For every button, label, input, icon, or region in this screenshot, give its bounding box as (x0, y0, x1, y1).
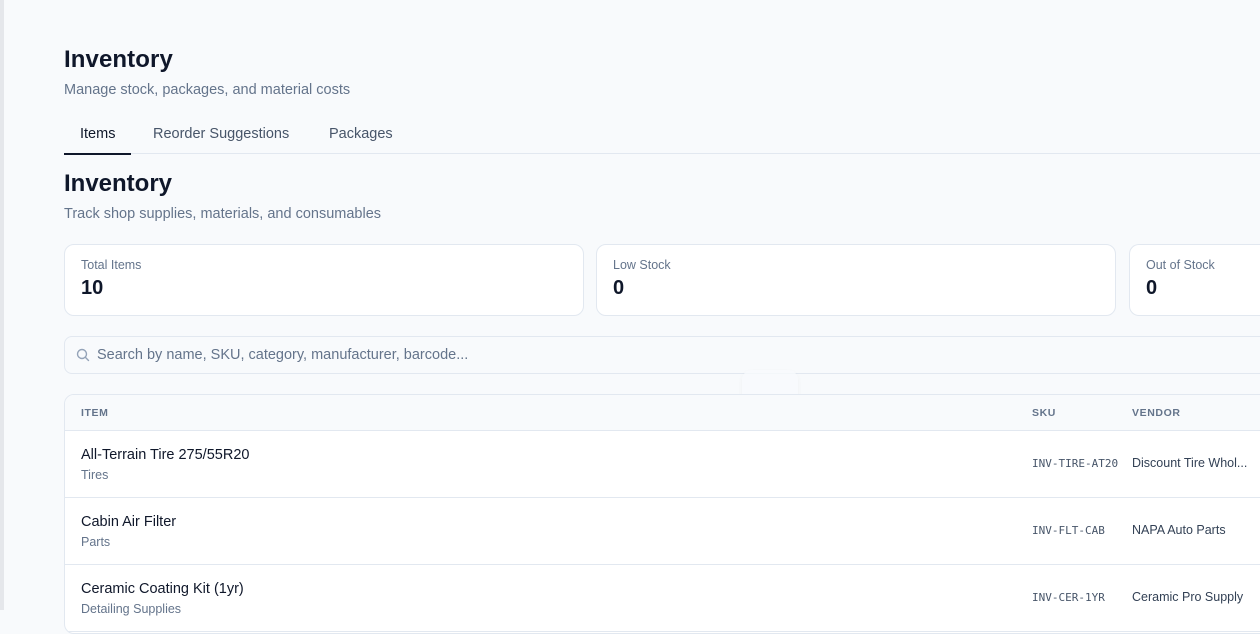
tab-items[interactable]: Items (64, 116, 132, 155)
column-header-item[interactable]: ITEM (81, 395, 108, 431)
page-title: Inventory (64, 46, 173, 73)
column-header-sku[interactable]: SKU (1032, 395, 1056, 431)
stat-label: Low Stock (613, 258, 671, 272)
search-icon (76, 348, 90, 362)
item-name: Cabin Air Filter (81, 514, 177, 530)
table-row[interactable]: All-Terrain Tire 275/55R20 Tires INV-TIR… (65, 431, 1260, 498)
item-vendor: NAPA Auto Parts (1132, 523, 1226, 537)
item-category: Parts (81, 535, 111, 549)
section-title: Inventory (64, 170, 173, 197)
stat-label: Total Items (81, 258, 142, 272)
tab-reorder-suggestions[interactable]: Reorder Suggestions (153, 116, 289, 154)
item-category: Detailing Supplies (81, 602, 182, 616)
table-row[interactable]: Cabin Air Filter Parts INV-FLT-CAB NAPA … (65, 498, 1260, 565)
item-name: All-Terrain Tire 275/55R20 (81, 447, 250, 463)
item-name: Ceramic Coating Kit (1yr) (81, 581, 244, 597)
search-input[interactable] (97, 337, 1247, 373)
stat-value: 0 (1146, 277, 1158, 299)
item-sku: INV-TIRE-AT20 (1032, 457, 1119, 470)
stat-label: Out of Stock (1146, 258, 1215, 272)
column-header-vendor[interactable]: VENDOR (1132, 395, 1181, 431)
item-sku: INV-FLT-CAB (1032, 524, 1105, 537)
item-sku: INV-CER-1YR (1032, 591, 1105, 604)
item-category: Tires (81, 468, 109, 482)
tab-bar: Items Reorder Suggestions Packages (64, 116, 1260, 155)
stat-value: 10 (81, 277, 104, 299)
stat-card-total-items: Total Items 10 (64, 244, 584, 316)
app-window: Inventory Manage stock, packages, and ma… (0, 0, 1260, 634)
item-vendor: Ceramic Pro Supply (1132, 590, 1244, 604)
inventory-table: ITEM SKU VENDOR All-Terrain Tire 275/55R… (64, 394, 1260, 634)
stat-card-low-stock: Low Stock 0 (596, 244, 1116, 316)
stat-value: 0 (613, 277, 625, 299)
page-subtitle: Manage stock, packages, and material cos… (64, 82, 351, 98)
tab-packages[interactable]: Packages (329, 116, 393, 154)
item-vendor: Discount Tire Whol... (1132, 456, 1248, 470)
search-bar (64, 336, 1260, 374)
stat-card-out-of-stock: Out of Stock 0 (1129, 244, 1260, 316)
table-header: ITEM SKU VENDOR (65, 395, 1260, 431)
table-row[interactable]: Ceramic Coating Kit (1yr) Detailing Supp… (65, 565, 1260, 632)
section-subtitle: Track shop supplies, materials, and cons… (64, 206, 382, 222)
